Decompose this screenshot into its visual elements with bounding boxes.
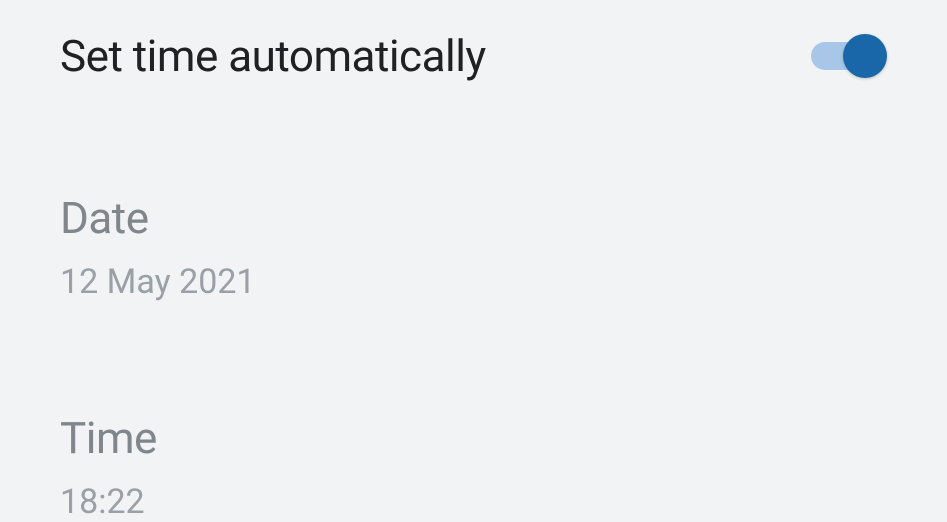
time-title: Time bbox=[60, 412, 887, 464]
set-time-automatically-toggle[interactable] bbox=[811, 36, 887, 76]
time-value: 18:22 bbox=[60, 482, 887, 522]
set-time-automatically-row[interactable]: Set time automatically bbox=[60, 30, 887, 82]
time-setting[interactable]: Time 18:22 bbox=[60, 412, 887, 522]
date-value: 12 May 2021 bbox=[60, 262, 887, 302]
toggle-thumb bbox=[843, 34, 887, 78]
date-title: Date bbox=[60, 192, 887, 244]
set-time-automatically-label: Set time automatically bbox=[60, 30, 486, 82]
date-setting[interactable]: Date 12 May 2021 bbox=[60, 192, 887, 302]
